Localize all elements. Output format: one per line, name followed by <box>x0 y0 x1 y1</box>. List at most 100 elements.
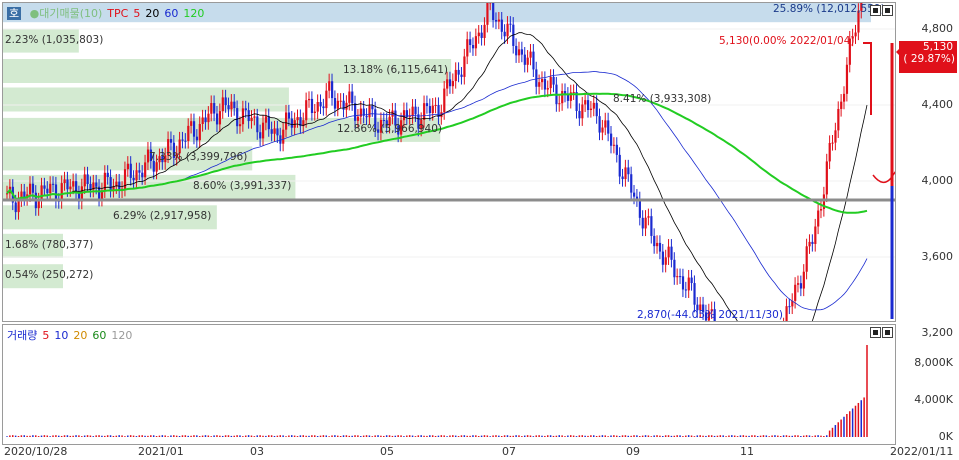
candle-body <box>305 100 308 121</box>
candle-body <box>664 257 667 265</box>
current-price-badge: 5,130 ( 29.87%) <box>899 41 957 73</box>
candle-body <box>520 49 524 55</box>
candle-body <box>656 242 659 247</box>
price-axis-tick: 4,000 <box>921 174 954 187</box>
price-legend-item[interactable]: ●대기매물(10) <box>30 7 103 20</box>
price-legend-item[interactable]: 20 <box>145 7 159 20</box>
current-price-change: ( 29.87%) <box>903 53 955 65</box>
candle-body <box>676 276 679 278</box>
candle-body <box>794 284 797 301</box>
candle-body <box>261 122 265 139</box>
volume-axis-tick: 0K <box>938 430 953 443</box>
candle-body <box>604 120 607 128</box>
date-axis-tick: 07 <box>502 445 516 458</box>
price-legend-item[interactable]: 5 <box>133 7 140 20</box>
candle-body <box>204 117 207 123</box>
candle-body <box>227 105 230 110</box>
chart-type-tab[interactable]: 호 <box>7 7 22 20</box>
candle-body <box>624 167 627 180</box>
candle-body <box>371 105 374 110</box>
candle-body <box>638 199 641 218</box>
candle-body <box>402 110 406 121</box>
candle-body <box>819 209 823 211</box>
candle-body <box>264 116 268 123</box>
candle-body <box>592 102 595 109</box>
candle-body <box>618 154 621 177</box>
candle-body <box>284 112 288 130</box>
date-axis-tick: 2021/01 <box>138 445 184 458</box>
candle-body <box>785 306 788 321</box>
candle-body <box>236 108 239 127</box>
price-legend-item[interactable]: 120 <box>183 7 204 20</box>
candle-body <box>60 183 63 202</box>
price-legend-item[interactable]: TPC <box>107 7 128 20</box>
candle-body <box>653 235 656 247</box>
volume-restore-button[interactable] <box>870 327 881 338</box>
candle-body <box>650 216 653 236</box>
candle-body <box>37 200 40 209</box>
candle-body <box>215 113 219 125</box>
candle-body <box>644 217 647 229</box>
candle-body <box>31 183 35 193</box>
candle-body <box>276 128 279 136</box>
candle-body <box>408 116 411 118</box>
candle-body <box>356 116 360 121</box>
volume-axis-tick: 8,000K <box>914 356 953 370</box>
candle-body <box>808 241 811 247</box>
candle-body <box>187 125 190 141</box>
volume-legend-item[interactable]: 20 <box>73 329 87 342</box>
candle-body <box>106 172 109 178</box>
candle-body <box>69 186 72 190</box>
candle-body <box>578 110 581 119</box>
candle-body <box>46 188 49 194</box>
candle-body <box>290 118 293 128</box>
volume-profile-label: 7.33% (3,399,796) <box>149 151 248 164</box>
candle-body <box>451 81 455 87</box>
candle-body <box>454 69 457 82</box>
date-axis-tick: 2020/10/28 <box>4 445 68 458</box>
candle-body <box>854 32 857 37</box>
candle-body <box>224 97 227 106</box>
candle-body <box>221 97 224 112</box>
candle-body <box>641 217 644 229</box>
price-legend-item[interactable]: 60 <box>164 7 178 20</box>
volume-legend-item[interactable]: 거래량 <box>7 329 37 342</box>
candle-body <box>615 144 618 155</box>
candle-body <box>259 132 262 139</box>
volume-legend-item[interactable]: 5 <box>42 329 49 342</box>
candle-body <box>49 183 52 194</box>
volume-legend-item[interactable]: 10 <box>54 329 68 342</box>
volume-legend-item[interactable]: 120 <box>111 329 132 342</box>
candle-body <box>279 135 282 144</box>
candle-body <box>348 91 351 103</box>
price-chart-panel[interactable]: 호 ●대기매물(10) TPC 5 20 60 120 5,130(0.00% 2022/… <box>2 2 896 322</box>
candle-body <box>543 78 547 90</box>
candle-body <box>679 276 682 278</box>
candle-body <box>213 103 216 114</box>
price-axis-tick: 4,400 <box>921 98 954 111</box>
candle-body <box>29 183 32 195</box>
candle-body <box>382 120 385 122</box>
candle-body <box>681 276 685 290</box>
candle-body <box>494 19 498 22</box>
candle-body <box>411 106 414 117</box>
candle-body <box>184 140 187 142</box>
low-price-label: 2,870(-44.05% 2021/11/30) <box>637 309 783 321</box>
candle-body <box>313 111 316 113</box>
candle-body <box>503 31 506 37</box>
candle-body <box>296 117 299 121</box>
high-price-label: 5,130(0.00% 2022/01/04) <box>719 35 855 47</box>
candle-body <box>552 76 555 85</box>
volume-chart-panel[interactable]: 거래량 5 10 20 60 120 <box>2 324 896 445</box>
panel-maximize-button[interactable] <box>882 5 893 16</box>
panel-restore-button[interactable] <box>870 5 881 16</box>
candle-body <box>434 104 437 106</box>
volume-legend-item[interactable]: 60 <box>92 329 106 342</box>
candle-body <box>138 170 141 173</box>
candle-body <box>201 117 204 125</box>
candle-body <box>825 161 828 195</box>
candle-body <box>141 172 144 178</box>
candle-body <box>328 81 331 91</box>
volume-maximize-button[interactable] <box>882 327 893 338</box>
candle-body <box>339 100 342 102</box>
